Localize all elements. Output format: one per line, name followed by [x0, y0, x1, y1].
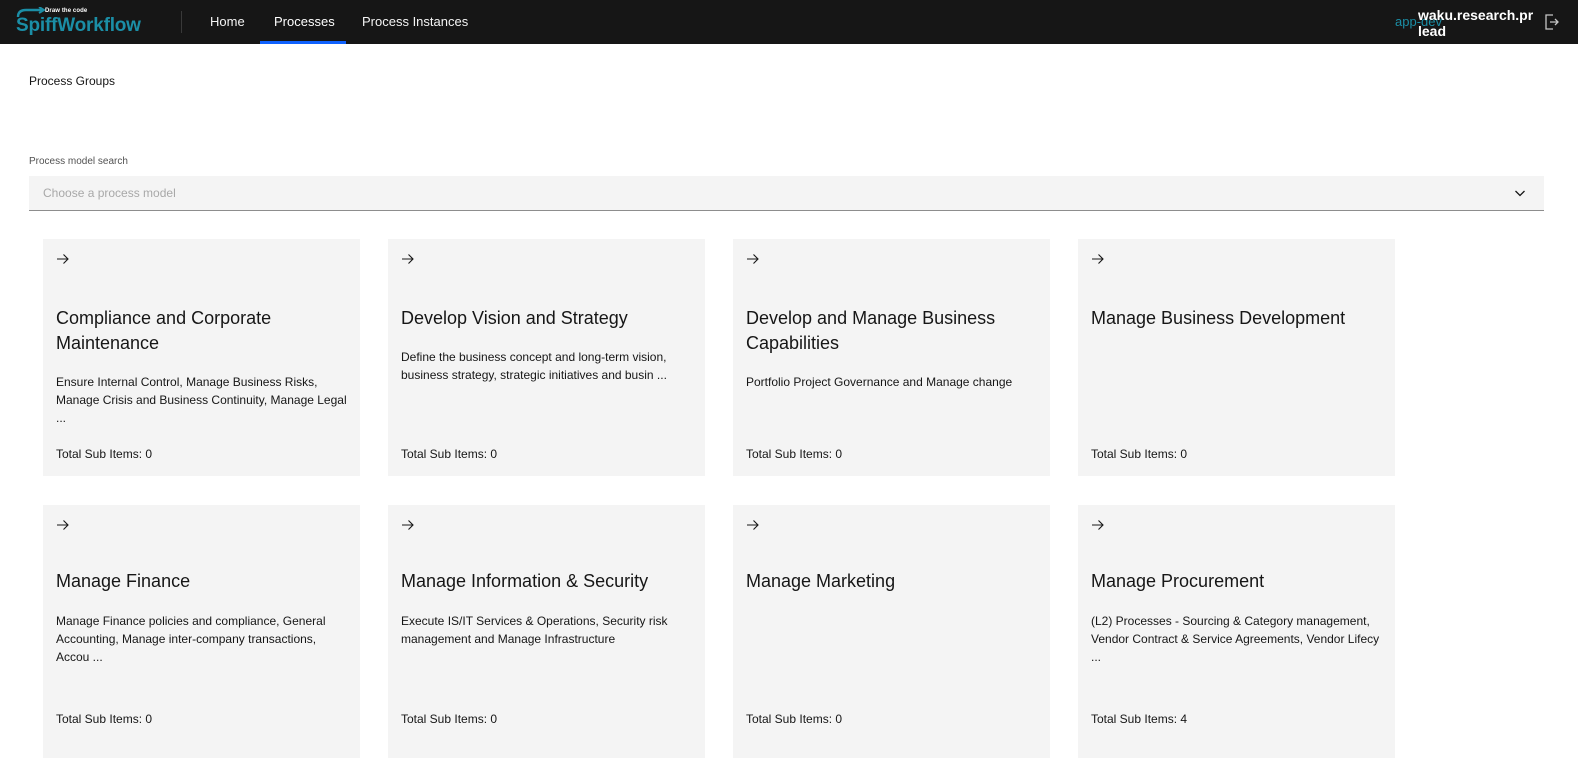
nav-home[interactable]: Home	[196, 0, 259, 44]
card-title: Develop and Manage Business Capabilities	[746, 308, 996, 353]
card-sub-items: Total Sub Items: 0	[401, 447, 498, 461]
process-group-card[interactable]: Manage Information & Security Execute IS…	[388, 505, 705, 758]
card-description: Define the business concept and long-ter…	[401, 350, 667, 382]
process-group-card[interactable]: Manage Procurement (L2) Processes - Sour…	[1078, 505, 1395, 758]
card-title: Manage Marketing	[746, 571, 896, 591]
breadcrumb[interactable]: Process Groups	[29, 74, 115, 88]
header-divider	[181, 11, 182, 33]
card-sub-items: Total Sub Items: 0	[56, 447, 153, 461]
search-input[interactable]	[29, 176, 1499, 210]
arrow-right-icon	[57, 520, 69, 530]
arrow-right-icon	[402, 520, 414, 530]
top-header: Draw the code SpiffWorkflow Home Process…	[0, 0, 1578, 44]
card-sub-items: Total Sub Items: 0	[746, 712, 843, 726]
process-group-card[interactable]: Manage Business Development Total Sub It…	[1078, 239, 1395, 476]
process-group-card[interactable]: Manage Finance Manage Finance policies a…	[43, 505, 360, 758]
card-description: Manage Finance policies and compliance, …	[56, 614, 326, 664]
card-title: Compliance and Corporate Maintenance	[56, 308, 272, 353]
logo-text: SpiffWorkflow	[16, 15, 141, 36]
nav-process-instances[interactable]: Process Instances	[348, 0, 482, 44]
process-group-card[interactable]: Manage Marketing Total Sub Items: 0	[733, 505, 1050, 758]
spiffworkflow-logo[interactable]: Draw the code SpiffWorkflow	[14, 7, 154, 39]
process-group-card[interactable]: Compliance and Corporate Maintenance Ens…	[43, 239, 360, 476]
card-sub-items: Total Sub Items: 4	[1091, 712, 1188, 726]
card-sub-items: Total Sub Items: 0	[746, 447, 843, 461]
card-description: Ensure Internal Control, Manage Business…	[56, 375, 347, 425]
card-title: Develop Vision and Strategy	[401, 308, 628, 328]
process-group-card[interactable]: Develop Vision and Strategy Define the b…	[388, 239, 705, 476]
card-sub-items: Total Sub Items: 0	[1091, 447, 1188, 461]
arrow-right-icon	[57, 254, 69, 264]
card-title: Manage Finance	[56, 571, 191, 591]
user-group: lead	[1418, 23, 1447, 39]
process-group-card[interactable]: Develop and Manage Business Capabilities…	[733, 239, 1050, 476]
card-sub-items: Total Sub Items: 0	[56, 712, 153, 726]
card-description: (L2) Processes - Sourcing & Category man…	[1091, 614, 1380, 664]
user-info: app-dev waku.research.pr lead	[1395, 4, 1535, 40]
card-title: Manage Information & Security	[401, 571, 649, 591]
arrow-right-icon	[402, 254, 414, 264]
card-description: Portfolio Project Governance and Manage …	[746, 375, 1013, 389]
logo-tagline: Draw the code	[45, 8, 88, 14]
search-label: Process model search	[29, 156, 128, 167]
chevron-down-icon[interactable]	[1514, 187, 1526, 199]
card-description: Execute IS/IT Services & Operations, Sec…	[401, 614, 668, 646]
card-sub-items: Total Sub Items: 0	[401, 712, 498, 726]
card-title: Manage Procurement	[1091, 571, 1265, 591]
arrow-right-icon	[1092, 254, 1104, 264]
user-name: waku.research.pr	[1418, 7, 1534, 23]
process-model-search[interactable]	[29, 176, 1544, 211]
arrow-right-icon	[747, 520, 759, 530]
arrow-right-icon	[747, 254, 759, 264]
card-title: Manage Business Development	[1091, 308, 1346, 328]
arrow-right-icon	[1092, 520, 1104, 530]
nav-processes[interactable]: Processes	[260, 0, 346, 44]
logout-icon[interactable]	[1545, 14, 1559, 30]
